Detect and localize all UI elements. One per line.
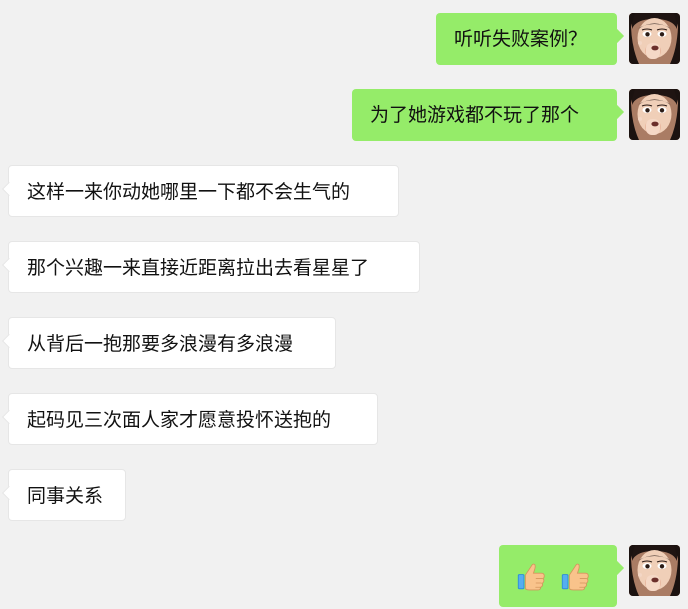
received-message-bubble[interactable]: 从背后一抱那要多浪漫有多浪漫	[1, 317, 336, 369]
received-message-bubble[interactable]: 同事关系	[1, 469, 126, 521]
sent-message-bubble[interactable]	[499, 545, 625, 607]
emoji-row	[515, 557, 601, 595]
sent-message-bubble[interactable]: 听听失败案例？	[436, 13, 625, 65]
avatar-portrait-icon	[629, 13, 680, 64]
avatar-portrait-icon	[629, 89, 680, 140]
message-text: 同事关系	[27, 485, 104, 507]
thumbs-up-icon	[561, 563, 589, 591]
thumbs-up-icon	[517, 563, 545, 591]
message-text: 那个兴趣一来直接近距离拉出去看星星了	[27, 257, 370, 279]
bubble-tail	[609, 560, 625, 576]
avatar[interactable]	[629, 89, 680, 140]
bubble-tail	[1, 485, 17, 501]
bubble-tail	[1, 181, 17, 197]
message-text: 起码见三次面人家才愿意投怀送抱的	[27, 409, 332, 431]
message-text: 听听失败案例？	[454, 28, 588, 50]
received-message-bubble[interactable]: 那个兴趣一来直接近距离拉出去看星星了	[1, 241, 420, 293]
message-text: 为了她游戏都不玩了那个	[370, 104, 580, 126]
message-text: 这样一来你动她哪里一下都不会生气的	[27, 181, 351, 203]
bubble-tail	[609, 28, 625, 44]
received-message-bubble[interactable]: 起码见三次面人家才愿意投怀送抱的	[1, 393, 378, 445]
avatar-portrait-icon	[629, 545, 680, 596]
bubble-tail	[609, 104, 625, 120]
message-text: 从背后一抱那要多浪漫有多浪漫	[27, 333, 294, 355]
bubble-tail	[1, 333, 17, 349]
avatar[interactable]	[629, 13, 680, 64]
received-message-bubble[interactable]: 这样一来你动她哪里一下都不会生气的	[1, 165, 399, 217]
avatar[interactable]	[629, 545, 680, 596]
bubble-tail	[1, 409, 17, 425]
bubble-tail	[1, 257, 17, 273]
sent-message-bubble[interactable]: 为了她游戏都不玩了那个	[352, 89, 625, 141]
